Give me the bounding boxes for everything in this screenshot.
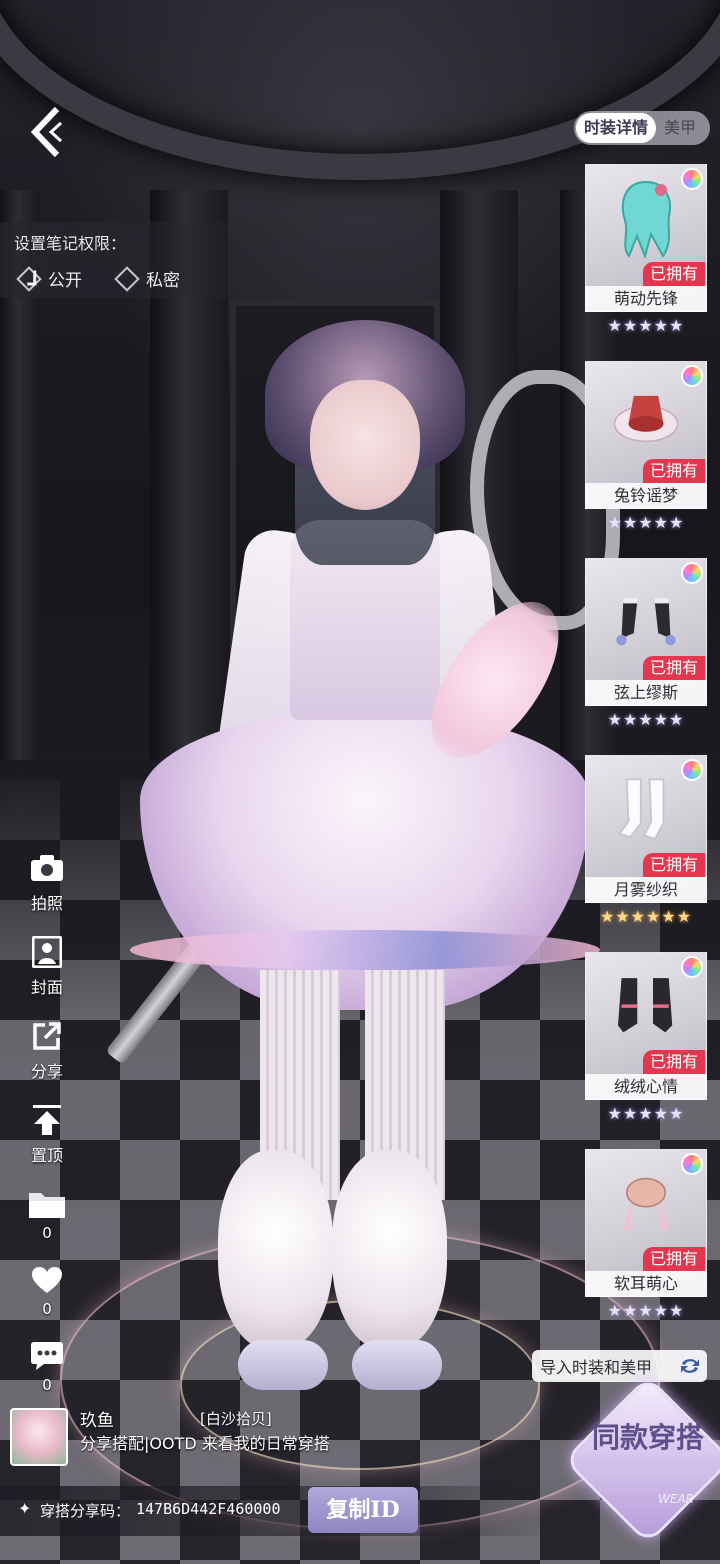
checkbox-checked-icon (16, 265, 42, 292)
detail-tabs: 时装详情 美甲 (574, 111, 710, 145)
permission-public-label: 公开 (48, 271, 82, 291)
same-outfit-button[interactable]: 同款穿搭 WEAR (563, 1375, 720, 1545)
item-name: 绒绒心情 (585, 1074, 707, 1100)
outfit-item-card[interactable]: 已拥有 绒绒心情 ★★★★★ (585, 952, 707, 1132)
character-model[interactable] (105, 310, 620, 1410)
shoes-icon (611, 964, 681, 1050)
side-action-bar: 拍照 封面 分享 置顶 0 0 0 (22, 850, 72, 1414)
import-label: 导入时装和美甲 (540, 1358, 653, 1377)
permission-private-option[interactable]: 私密 (112, 265, 180, 292)
author-info: 玖鱼 [白沙拾贝] 分享搭配|OOTD 来看我的日常穿搭 (10, 1406, 370, 1466)
socks-icon (611, 767, 681, 853)
character-face (310, 380, 420, 510)
heart-icon (27, 1262, 67, 1298)
share-code-value: 147B6D442F460000 (136, 1500, 281, 1518)
post-description: 分享搭配|OOTD 来看我的日常穿搭 (80, 1434, 330, 1453)
color-variant-icon[interactable] (681, 168, 703, 190)
comment-button[interactable]: 0 (22, 1338, 72, 1394)
color-variant-icon[interactable] (681, 1153, 703, 1175)
outfit-item-card[interactable]: 已拥有 月雾纱织 ★★★★★★ (585, 755, 707, 935)
permission-public-option[interactable]: 公开 (14, 265, 82, 292)
gloves-icon (611, 570, 681, 656)
favorite-button[interactable]: 0 (22, 1186, 72, 1242)
back-button[interactable] (24, 104, 70, 160)
folder-icon (27, 1186, 67, 1222)
pin-top-icon (27, 1102, 67, 1138)
outfit-item-card[interactable]: 已拥有 萌动先锋 ★★★★★ (585, 164, 707, 344)
same-outfit-sublabel: WEAR (658, 1492, 694, 1506)
owned-badge: 已拥有 (643, 853, 705, 877)
item-name: 弦上缪斯 (585, 680, 707, 706)
color-variant-icon[interactable] (681, 956, 703, 978)
author-server-tag: [白沙拾贝] (200, 1410, 272, 1428)
tab-nail-art[interactable]: 美甲 (656, 113, 704, 143)
item-name: 萌动先锋 (585, 286, 707, 312)
shoe (352, 1340, 442, 1390)
fur-leg-warmer (218, 1150, 333, 1350)
like-count: 0 (42, 1300, 52, 1318)
swap-icon (675, 1352, 705, 1380)
camera-icon (27, 850, 67, 886)
item-name: 软耳萌心 (585, 1271, 707, 1297)
rarity-stars: ★★★★★ (607, 710, 685, 729)
share-label: 分享 (30, 1062, 63, 1081)
outfit-item-card[interactable]: 已拥有 弦上缪斯 ★★★★★ (585, 558, 707, 738)
share-code-bar: ✦ 穿搭分享码： 147B6D442F460000 (0, 1486, 560, 1536)
shoe (238, 1340, 328, 1390)
permission-title: 设置笔记权限： (14, 234, 127, 253)
rarity-stars: ★★★★★ (607, 513, 685, 532)
same-outfit-label: 同款穿搭 (591, 1421, 704, 1454)
author-name[interactable]: 玖鱼 (80, 1406, 114, 1431)
fur-leg-warmer (332, 1150, 447, 1350)
copy-id-button[interactable]: 复制ID (308, 1487, 418, 1533)
stone-arch (0, 0, 720, 180)
avatar[interactable] (10, 1408, 68, 1466)
color-variant-icon[interactable] (681, 562, 703, 584)
favorite-count: 0 (42, 1224, 52, 1242)
tab-outfit-details[interactable]: 时装详情 (576, 113, 657, 143)
item-name: 月雾纱织 (585, 877, 707, 903)
dress-icon (611, 373, 681, 459)
owned-badge: 已拥有 (643, 1050, 705, 1074)
rarity-stars: ★★★★★★ (599, 907, 693, 926)
outfit-item-card[interactable]: 已拥有 软耳萌心 ★★★★★ (585, 1149, 707, 1329)
share-icon (27, 1018, 67, 1054)
like-button[interactable]: 0 (22, 1262, 72, 1318)
cover-button[interactable]: 封面 (22, 934, 72, 998)
comment-count: 0 (42, 1376, 52, 1394)
cover-label: 封面 (30, 978, 63, 997)
hair-accessory-icon (611, 1161, 681, 1247)
import-outfit-nails-button[interactable]: 导入时装和美甲 (532, 1350, 707, 1382)
color-variant-icon[interactable] (681, 365, 703, 387)
rarity-stars: ★★★★★ (607, 1301, 685, 1320)
share-button[interactable]: 分享 (22, 1018, 72, 1082)
owned-badge: 已拥有 (643, 1247, 705, 1271)
back-chevron-icon (30, 106, 63, 158)
note-permission-panel: 设置笔记权限： 公开 私密 (0, 222, 300, 298)
color-variant-icon[interactable] (681, 759, 703, 781)
sparkle-icon: ✦ (18, 1499, 32, 1518)
outfit-item-list: 已拥有 萌动先锋 ★★★★★ 已拥有 兔铃谣梦 ★★★★★ 已拥有 弦上缪斯 ★… (585, 164, 707, 1346)
owned-badge: 已拥有 (643, 656, 705, 680)
comment-icon (27, 1338, 67, 1374)
portrait-icon (27, 934, 67, 970)
outfit-item-card[interactable]: 已拥有 兔铃谣梦 ★★★★★ (585, 361, 707, 541)
hair-icon (611, 176, 681, 262)
item-name: 兔铃谣梦 (585, 483, 707, 509)
checkbox-unchecked-icon (114, 265, 140, 292)
photo-button[interactable]: 拍照 (22, 850, 72, 914)
pin-top-label: 置顶 (30, 1146, 63, 1165)
rarity-stars: ★★★★★ (607, 1104, 685, 1123)
permission-private-label: 私密 (146, 271, 180, 291)
pin-top-button[interactable]: 置顶 (22, 1102, 72, 1166)
photo-label: 拍照 (30, 894, 63, 913)
share-code-label: 穿搭分享码： (40, 1502, 131, 1520)
crystal-badge (563, 1375, 720, 1545)
owned-badge: 已拥有 (643, 459, 705, 483)
owned-badge: 已拥有 (643, 262, 705, 286)
rarity-stars: ★★★★★ (607, 316, 685, 335)
